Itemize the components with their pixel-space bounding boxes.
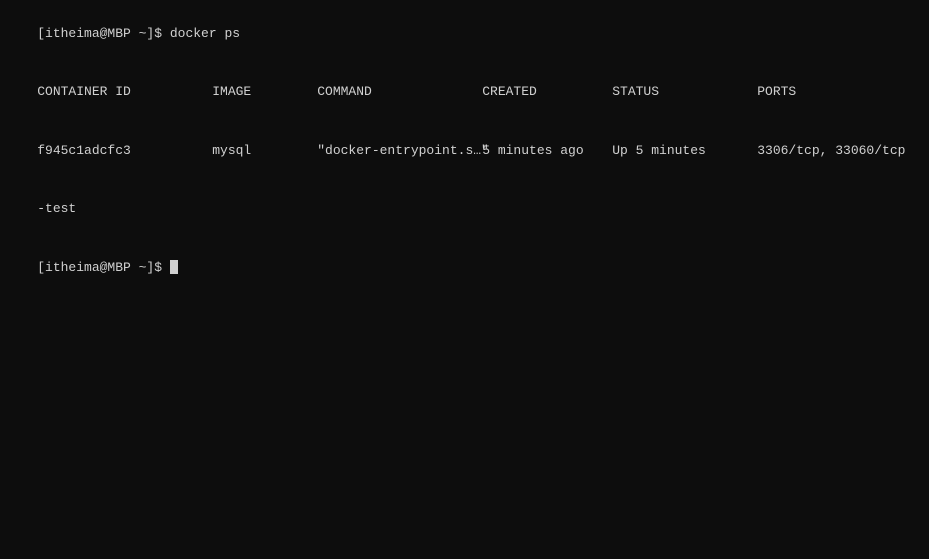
cell-container-id: f945c1adcfc3 bbox=[37, 141, 212, 161]
table-row-continuation: -test bbox=[6, 180, 923, 239]
header-created: CREATED bbox=[482, 82, 612, 102]
table-row-1: f945c1adcfc3mysql"docker-entrypoint.s…"5… bbox=[6, 121, 923, 180]
header-container-id: CONTAINER ID bbox=[37, 82, 212, 102]
cell-status: Up 5 minutes bbox=[612, 141, 757, 161]
header-status: STATUS bbox=[612, 82, 757, 102]
cursor bbox=[170, 260, 178, 274]
header-command: COMMAND bbox=[317, 82, 482, 102]
prompt-1: [itheima@MBP ~]$ bbox=[37, 26, 170, 41]
cell-command: "docker-entrypoint.s…" bbox=[317, 141, 482, 161]
table-header: CONTAINER IDIMAGECOMMANDCREATEDSTATUSPOR… bbox=[6, 63, 923, 122]
terminal: [itheima@MBP ~]$ docker ps CONTAINER IDI… bbox=[6, 4, 923, 555]
cell-ports: 3306/tcp, 33060/tcp bbox=[757, 141, 929, 161]
header-image: IMAGE bbox=[212, 82, 317, 102]
prompt-2: [itheima@MBP ~]$ bbox=[37, 260, 170, 275]
names-continuation: -test bbox=[37, 201, 76, 216]
command-line-2: [itheima@MBP ~]$ bbox=[6, 238, 923, 297]
header-ports: PORTS bbox=[757, 82, 929, 102]
command-1: docker ps bbox=[170, 26, 240, 41]
command-line-1: [itheima@MBP ~]$ docker ps bbox=[6, 4, 923, 63]
cell-image: mysql bbox=[212, 141, 317, 161]
cell-created: 5 minutes ago bbox=[482, 141, 612, 161]
